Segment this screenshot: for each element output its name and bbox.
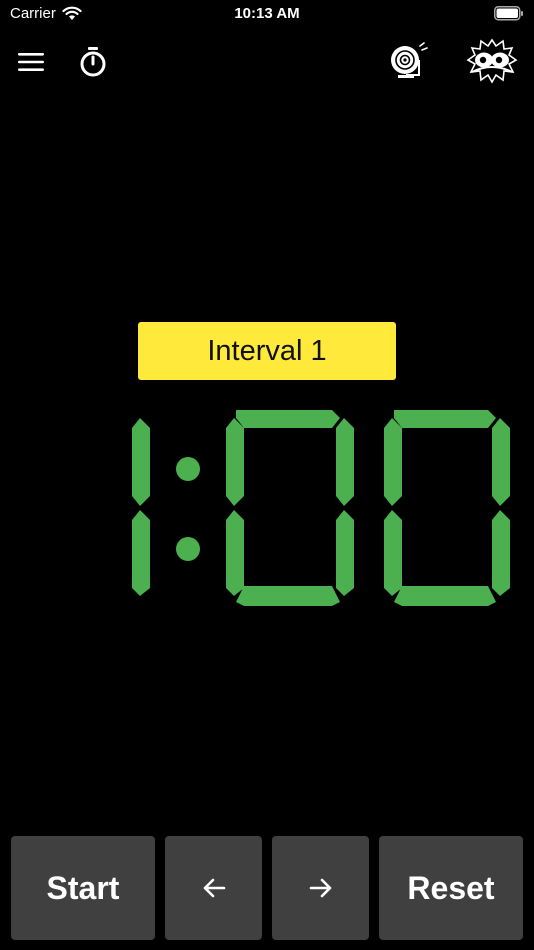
digit-segment: [132, 418, 150, 506]
digit-segment: [384, 510, 402, 596]
digit-segment: [492, 418, 510, 506]
seconds-tens-digit: [226, 410, 354, 606]
digit-segment: [226, 418, 244, 506]
digit-segment: [336, 510, 354, 596]
seconds-ones-digit: [384, 410, 510, 606]
digit-segment: [336, 418, 354, 506]
digit-segment: [394, 586, 496, 606]
arrow-right-icon: [309, 878, 331, 898]
digit-segment: [226, 510, 244, 596]
battery-icon: [494, 6, 523, 21]
reset-button[interactable]: Reset: [379, 836, 523, 940]
digit-segment: [236, 410, 340, 428]
stopwatch-icon[interactable]: [79, 46, 107, 78]
timer-display: [132, 410, 510, 606]
control-bar: Start Reset: [0, 836, 534, 940]
digit-segment: [236, 586, 340, 606]
hamburger-menu-icon[interactable]: [18, 51, 44, 73]
arrow-left-icon: [203, 878, 225, 898]
alarm-bell-icon[interactable]: [388, 42, 428, 80]
start-button[interactable]: Start: [11, 836, 155, 940]
digit-segment: [384, 418, 402, 506]
digit-segment: [394, 410, 496, 428]
next-interval-button[interactable]: [272, 836, 369, 940]
interval-label: Interval 1: [138, 322, 396, 380]
status-bar: Carrier 10:13 AM: [0, 0, 534, 30]
previous-interval-button[interactable]: [165, 836, 262, 940]
minutes-digit: [132, 418, 150, 596]
digit-segment: [492, 510, 510, 596]
status-time: 10:13 AM: [234, 5, 300, 22]
digit-segment: [132, 510, 150, 596]
boxing-gloves-icon[interactable]: [466, 38, 518, 84]
timer-colon: [176, 457, 200, 561]
